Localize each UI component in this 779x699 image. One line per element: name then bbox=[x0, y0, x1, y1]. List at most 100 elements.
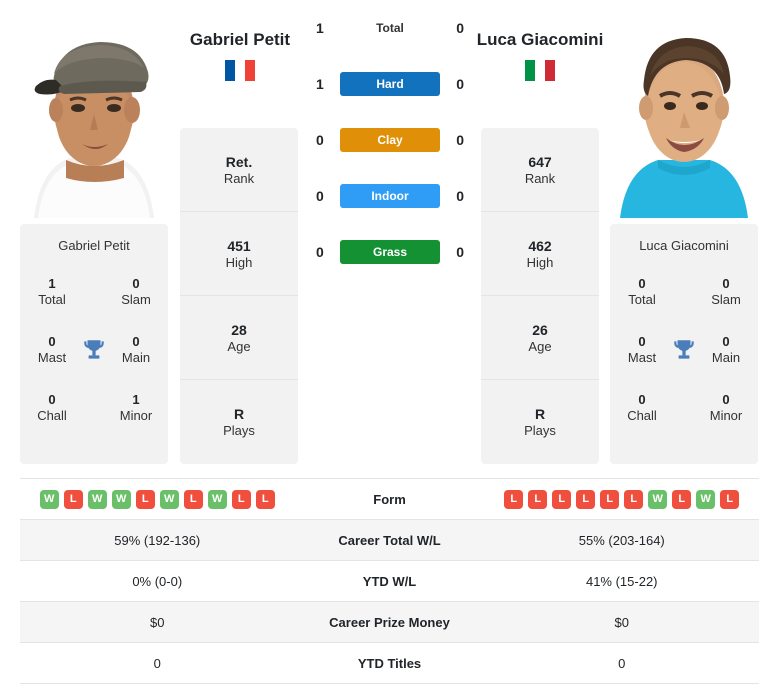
h2h-right-score-grass: 0 bbox=[456, 244, 464, 260]
titles-slam-right-label: Slam bbox=[711, 292, 741, 307]
titles-main-right-label: Main bbox=[711, 350, 741, 365]
table-row-form: WLWWLWLWLL Form LLLLLLWLWL bbox=[20, 479, 759, 520]
form-badges-right: LLLLLLWLWL bbox=[504, 489, 740, 509]
form-badge-l: L bbox=[504, 489, 524, 509]
career-total-wl-right: 55% (203-164) bbox=[578, 532, 665, 548]
h2h-row-clay: 0 Clay 0 bbox=[300, 112, 480, 168]
surface-button-grass[interactable]: Grass bbox=[340, 240, 440, 264]
trophy-icon bbox=[84, 340, 104, 359]
ytd-titles-right: 0 bbox=[618, 655, 626, 671]
titles-main-right: 0 Main bbox=[700, 334, 752, 367]
trophy-icon-right-wrap bbox=[669, 337, 699, 363]
h2h-right-score-hard: 0 bbox=[456, 76, 464, 92]
titles-panel-right-heading: Luca Giacomini bbox=[639, 238, 729, 253]
titles-minor-left-value: 1 bbox=[132, 391, 140, 407]
form-left: WLWWLWLWLL bbox=[20, 489, 295, 509]
surface-button-clay[interactable]: Clay bbox=[340, 128, 440, 152]
titles-panel-left-heading: Gabriel Petit bbox=[58, 238, 130, 253]
h2h-label-total: Total bbox=[376, 21, 404, 35]
h2h-left-score-total: 1 bbox=[316, 20, 324, 36]
form-badge-l: L bbox=[528, 489, 548, 509]
stat-rank-left-value: Ret. bbox=[225, 153, 253, 170]
player-photo-right bbox=[610, 18, 758, 218]
titles-main-left-label: Main bbox=[121, 350, 151, 365]
stat-rank-right: 647 Rank bbox=[481, 128, 599, 212]
titles-chall-left-label: Chall bbox=[37, 408, 67, 423]
table-row-label-ytd-titles: YTD Titles bbox=[357, 655, 422, 671]
table-row-label-form: Form bbox=[373, 491, 406, 507]
player-comparison-header: Gabriel Petit Luca Giacomini 1 Total 0 1… bbox=[0, 0, 779, 470]
stat-plays-right-label: Plays bbox=[524, 423, 556, 438]
stat-age-left-value: 28 bbox=[231, 321, 247, 338]
titles-grid-right: 0 Total 0 Slam 0 Mast 0 Main 0 Chall 0 M… bbox=[610, 263, 758, 437]
h2h-row-hard: 1 Hard 0 bbox=[300, 56, 480, 112]
titles-main-left: 0 Main bbox=[110, 334, 162, 367]
career-prize-money-left: $0 bbox=[150, 614, 165, 630]
form-badge-l: L bbox=[552, 489, 572, 509]
titles-mast-right-label: Mast bbox=[627, 350, 657, 365]
player-name-left: Gabriel Petit bbox=[189, 30, 291, 49]
stat-age-right: 26 Age bbox=[481, 296, 599, 380]
form-badge-l: L bbox=[135, 489, 155, 509]
stat-age-left-label: Age bbox=[227, 338, 251, 354]
titles-row-left-1: 1 Total 0 Slam bbox=[26, 263, 162, 321]
form-badge-w: W bbox=[696, 489, 716, 509]
stat-rank-left-label: Rank bbox=[223, 170, 255, 186]
titles-minor-left: 1 Minor bbox=[110, 392, 162, 425]
titles-mast-left-label: Mast bbox=[37, 350, 67, 365]
titles-minor-right-value: 0 bbox=[722, 391, 730, 407]
h2h-row-grass: 0 Grass 0 bbox=[300, 224, 480, 280]
stat-plays-left-label: Plays bbox=[223, 423, 255, 438]
player-photo-right-image bbox=[610, 18, 758, 218]
h2h-left-score-indoor: 0 bbox=[316, 188, 324, 204]
titles-slam-left-label: Slam bbox=[121, 292, 151, 307]
surface-button-hard[interactable]: Hard bbox=[340, 72, 440, 96]
form-badges-left: WLWWLWLWLL bbox=[39, 489, 275, 509]
comparison-table: WLWWLWLWLL Form LLLLLLWLWL 59% (192-136)… bbox=[20, 478, 759, 684]
stat-age-left: 28 Age bbox=[180, 296, 298, 380]
stat-rank-right-value: 647 bbox=[528, 153, 552, 170]
h2h-right-score-clay: 0 bbox=[456, 132, 464, 148]
stat-high-right-label: High bbox=[526, 254, 554, 270]
stat-plays-left: R Plays bbox=[180, 380, 298, 464]
surface-button-indoor[interactable]: Indoor bbox=[340, 184, 440, 208]
titles-mast-left-value: 0 bbox=[48, 333, 56, 349]
form-right: LLLLLLWLWL bbox=[485, 489, 760, 509]
stat-plays-left-value: R bbox=[233, 406, 245, 422]
stat-high-right-value: 462 bbox=[528, 237, 552, 254]
stat-age-right-value: 26 bbox=[532, 321, 548, 338]
stat-card-left: Ret. Rank 451 High 28 Age R Plays bbox=[180, 128, 298, 464]
form-badge-w: W bbox=[159, 489, 179, 509]
form-badge-w: W bbox=[111, 489, 131, 509]
titles-slam-right: 0 Slam bbox=[700, 276, 752, 309]
titles-row-right-1: 0 Total 0 Slam bbox=[616, 263, 752, 321]
titles-total-left-value: 1 bbox=[48, 275, 56, 291]
form-badge-w: W bbox=[648, 489, 668, 509]
player-name-block-right: Luca Giacomini bbox=[460, 30, 620, 86]
player-photo-left bbox=[20, 18, 168, 218]
h2h-right-score-total: 0 bbox=[456, 20, 464, 36]
h2h-row-indoor: 0 Indoor 0 bbox=[300, 168, 480, 224]
form-badge-w: W bbox=[207, 489, 227, 509]
titles-row-right-3: 0 Chall 0 Minor bbox=[616, 379, 752, 437]
h2h-left-score-grass: 0 bbox=[316, 244, 324, 260]
titles-slam-left: 0 Slam bbox=[110, 276, 162, 309]
stat-high-left-value: 451 bbox=[227, 237, 251, 254]
stat-rank-left: Ret. Rank bbox=[180, 128, 298, 212]
titles-row-left-3: 0 Chall 1 Minor bbox=[26, 379, 162, 437]
titles-minor-right: 0 Minor bbox=[700, 392, 752, 425]
player-name-block-left: Gabriel Petit bbox=[160, 30, 320, 86]
titles-total-right: 0 Total bbox=[616, 276, 668, 309]
h2h-right-score-indoor: 0 bbox=[456, 188, 464, 204]
form-badge-l: L bbox=[600, 489, 620, 509]
table-row-career-prize-money: $0 Career Prize Money $0 bbox=[20, 602, 759, 643]
table-row-ytd-wl: 0% (0-0) YTD W/L 41% (15-22) bbox=[20, 561, 759, 602]
form-badge-l: L bbox=[720, 489, 740, 509]
stat-plays-right: R Plays bbox=[481, 380, 599, 464]
titles-mast-right: 0 Mast bbox=[616, 334, 668, 367]
titles-chall-right-label: Chall bbox=[627, 408, 657, 423]
table-row-label-career-total-wl: Career Total W/L bbox=[338, 532, 441, 548]
form-badge-w: W bbox=[87, 489, 107, 509]
stat-plays-right-value: R bbox=[534, 406, 546, 422]
titles-slam-left-value: 0 bbox=[132, 275, 140, 291]
